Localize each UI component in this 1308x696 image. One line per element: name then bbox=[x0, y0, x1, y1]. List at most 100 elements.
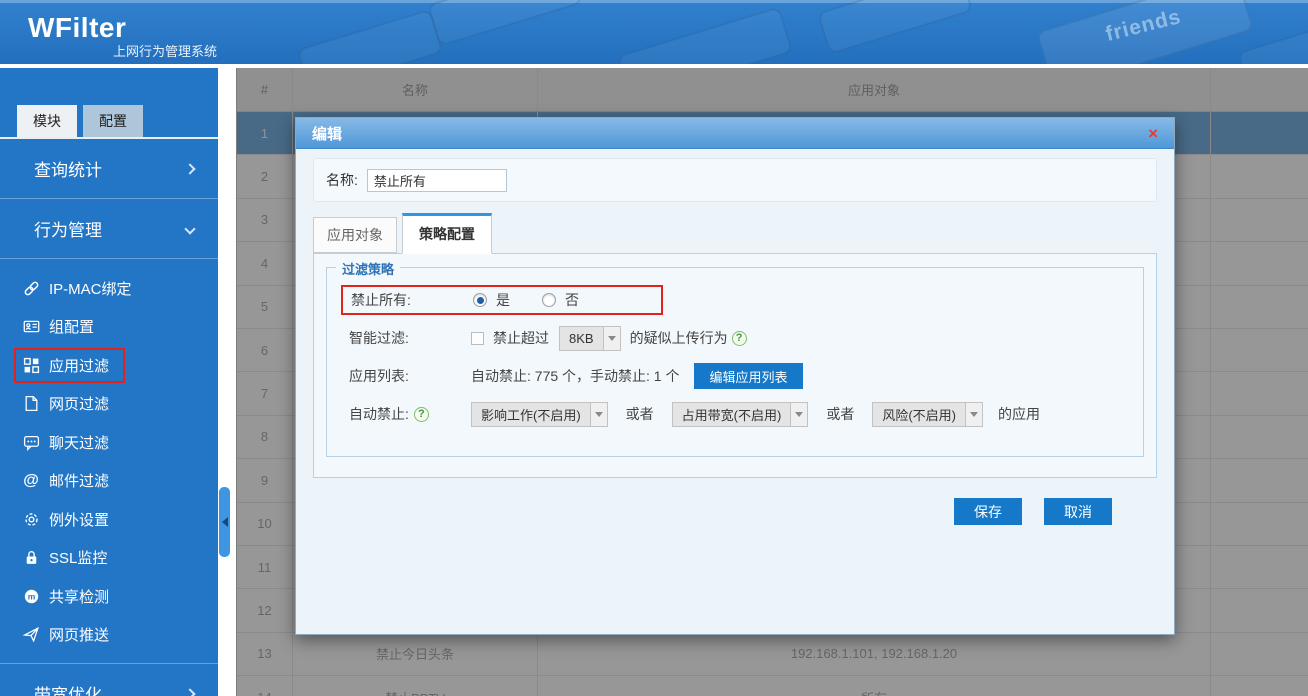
name-field-row: 名称: bbox=[313, 158, 1157, 202]
sidebar-item-mail-filter[interactable]: @ 邮件过滤 bbox=[0, 462, 218, 501]
sidebar-item-app-filter[interactable]: 应用过滤 bbox=[0, 346, 218, 385]
dropdown-arrow-icon bbox=[589, 402, 607, 426]
section-label: 带宽优化 bbox=[34, 686, 102, 696]
id-card-icon bbox=[22, 318, 40, 336]
app-logo: WFilter bbox=[28, 12, 127, 43]
link-icon bbox=[22, 279, 40, 297]
sidebar: 模块 配置 查询统计 行为管理 IP-MAC绑定 组配置 应用过滤 网页过滤 聊… bbox=[0, 68, 218, 696]
chevron-right-icon bbox=[184, 687, 196, 696]
chevron-down-icon bbox=[184, 222, 196, 235]
size-dropdown-value: 8KB bbox=[569, 330, 594, 346]
cancel-button[interactable]: 取消 bbox=[1044, 498, 1112, 525]
dropdown-arrow-icon bbox=[965, 402, 983, 426]
edit-dialog: 编辑 × 名称: 应用对象 策略配置 过滤策略 禁止所有: 是 bbox=[295, 117, 1175, 635]
keyboard-key-decoration bbox=[816, 0, 974, 55]
sidebar-item-chat-filter[interactable]: 聊天过滤 bbox=[0, 423, 218, 462]
auto-ban-row: 自动禁止: ? 影响工作(不启用) 或者 占用带宽(不启用) 或者 风险(不启用… bbox=[349, 399, 1143, 429]
save-button[interactable]: 保存 bbox=[954, 498, 1022, 525]
app-list-row: 应用列表: 自动禁止: 775 个，手动禁止: 1 个 编辑应用列表 bbox=[349, 361, 1143, 391]
grid-icon bbox=[22, 356, 40, 374]
app-header: friends WFilter 上网行为管理系统 bbox=[0, 0, 1308, 64]
dropdown-arrow-icon bbox=[602, 326, 620, 350]
chevron-right-icon bbox=[184, 162, 196, 175]
section-label: 查询统计 bbox=[34, 161, 102, 180]
filter-policy-fieldset: 过滤策略 禁止所有: 是 否 智能过滤: 禁止超过 8KB 的疑似上传行为 ? … bbox=[326, 259, 1144, 457]
auto-ban-label: 自动禁止: ? bbox=[349, 404, 471, 424]
sidebar-item-label: 网页过滤 bbox=[49, 396, 110, 414]
sidebar-item-ssl-monitor[interactable]: SSL监控 bbox=[0, 539, 218, 578]
svg-text:m: m bbox=[27, 591, 35, 601]
sidebar-item-label: IP-MAC绑定 bbox=[49, 280, 132, 298]
sidebar-item-exceptions[interactable]: 例外设置 bbox=[0, 500, 218, 539]
smart-filter-text-after: 的疑似上传行为 bbox=[629, 330, 728, 346]
sidebar-item-web-push[interactable]: 网页推送 bbox=[0, 616, 218, 655]
policy-config-panel: 过滤策略 禁止所有: 是 否 智能过滤: 禁止超过 8KB 的疑似上传行为 ? … bbox=[313, 253, 1157, 478]
sidebar-tabs: 模块 配置 bbox=[0, 68, 218, 139]
annotation-red-box: 应用过滤 bbox=[14, 347, 126, 383]
sidebar-item-label: 应用过滤 bbox=[49, 357, 110, 375]
sidebar-submenu: IP-MAC绑定 组配置 应用过滤 网页过滤 聊天过滤 @ 邮件过滤 例外设置 bbox=[0, 259, 218, 664]
size-dropdown[interactable]: 8KB bbox=[559, 325, 621, 351]
name-input[interactable] bbox=[366, 168, 507, 192]
dialog-footer: 保存 取消 bbox=[313, 478, 1157, 525]
smart-filter-text-before: 禁止超过 bbox=[493, 330, 549, 346]
sidebar-section-bandwidth[interactable]: 带宽优化 bbox=[0, 664, 218, 696]
radio-yes-label: 是 bbox=[496, 292, 510, 308]
help-icon[interactable]: ? bbox=[731, 330, 747, 346]
chat-icon bbox=[22, 433, 40, 451]
forbid-all-row: 禁止所有: 是 否 bbox=[341, 285, 1143, 315]
dialog-titlebar[interactable]: 编辑 × bbox=[296, 118, 1174, 149]
collapse-arrow-icon bbox=[221, 517, 228, 527]
smart-filter-checkbox[interactable] bbox=[471, 331, 484, 345]
lock-icon bbox=[22, 549, 40, 567]
sidebar-section-behavior-mgmt[interactable]: 行为管理 bbox=[0, 199, 218, 259]
dialog-body: 名称: 应用对象 策略配置 过滤策略 禁止所有: 是 否 bbox=[296, 149, 1174, 525]
auto-ban-dropdown-3[interactable]: 风险(不启用) bbox=[872, 401, 984, 427]
dropdown-arrow-icon bbox=[790, 402, 808, 426]
keyboard-key-decoration bbox=[616, 6, 794, 64]
smart-filter-row: 智能过滤: 禁止超过 8KB 的疑似上传行为 ? bbox=[349, 323, 1143, 353]
close-icon[interactable]: × bbox=[1148, 125, 1158, 142]
app-list-label: 应用列表: bbox=[349, 368, 409, 384]
tab-modules[interactable]: 模块 bbox=[17, 105, 77, 137]
help-icon[interactable]: ? bbox=[413, 406, 429, 422]
sidebar-item-ip-mac[interactable]: IP-MAC绑定 bbox=[0, 269, 218, 308]
tab-app-target[interactable]: 应用对象 bbox=[313, 217, 397, 253]
suffix-text: 的应用 bbox=[998, 406, 1041, 422]
radio-no-label: 否 bbox=[565, 292, 579, 308]
sidebar-item-label: 例外设置 bbox=[49, 511, 110, 529]
section-label: 行为管理 bbox=[34, 221, 102, 240]
tab-config[interactable]: 配置 bbox=[83, 105, 143, 137]
sidebar-item-label: 组配置 bbox=[49, 319, 95, 337]
or-text: 或者 bbox=[826, 406, 855, 422]
radio-yes[interactable] bbox=[473, 293, 487, 307]
or-text: 或者 bbox=[625, 406, 654, 422]
at-icon: @ bbox=[23, 471, 39, 489]
sidebar-scrollbar-thumb[interactable] bbox=[219, 487, 230, 557]
sidebar-item-web-filter[interactable]: 网页过滤 bbox=[0, 385, 218, 424]
auto-ban-dropdown-2-value: 占用带宽(不启用) bbox=[681, 407, 782, 423]
radio-no[interactable] bbox=[542, 293, 556, 307]
forbid-all-label: 禁止所有: bbox=[351, 292, 411, 308]
sidebar-item-label: SSL监控 bbox=[49, 550, 108, 568]
auto-ban-dropdown-1[interactable]: 影响工作(不启用) bbox=[471, 401, 608, 427]
fieldset-legend: 过滤策略 bbox=[336, 259, 401, 278]
annotation-red-box: 禁止所有: 是 否 bbox=[341, 285, 663, 315]
keyboard-key-decoration bbox=[296, 8, 444, 64]
sidebar-item-label: 网页推送 bbox=[49, 627, 110, 645]
sidebar-item-label: 共享检测 bbox=[49, 588, 110, 606]
globe-icon: m bbox=[22, 587, 40, 605]
auto-ban-dropdown-2[interactable]: 占用带宽(不启用) bbox=[671, 401, 809, 427]
edit-app-list-button[interactable]: 编辑应用列表 bbox=[694, 363, 803, 389]
tab-policy-config[interactable]: 策略配置 bbox=[402, 213, 492, 254]
app-list-summary: 自动禁止: 775 个，手动禁止: 1 个 bbox=[471, 368, 680, 384]
sidebar-item-label: 聊天过滤 bbox=[49, 434, 110, 452]
sidebar-item-share-detect[interactable]: m 共享检测 bbox=[0, 577, 218, 616]
sidebar-section-query-stats[interactable]: 查询统计 bbox=[0, 139, 218, 199]
send-icon bbox=[22, 626, 40, 644]
page-icon bbox=[22, 395, 40, 413]
keyboard-key-decoration bbox=[426, 0, 584, 47]
sidebar-item-group-config[interactable]: 组配置 bbox=[0, 308, 218, 347]
dialog-tabs: 应用对象 策略配置 bbox=[313, 213, 1157, 254]
gear-icon bbox=[22, 510, 40, 528]
